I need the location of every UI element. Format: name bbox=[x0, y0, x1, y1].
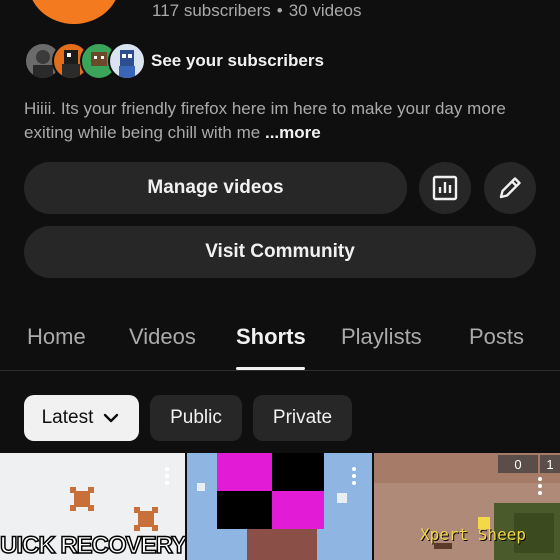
bar-chart-icon bbox=[432, 175, 458, 201]
hud-count-2: 1 bbox=[546, 456, 554, 472]
subscriber-count: 117 subscribers bbox=[152, 1, 271, 20]
manage-videos-button[interactable]: Manage videos bbox=[24, 162, 407, 214]
short-caption: Xpert Sheep bbox=[420, 525, 526, 544]
more-options-icon[interactable] bbox=[165, 467, 169, 488]
tab-home[interactable]: Home bbox=[27, 324, 86, 350]
channel-avatar[interactable] bbox=[28, 0, 120, 24]
more-options-icon[interactable] bbox=[538, 477, 542, 498]
visit-community-button[interactable]: Visit Community bbox=[24, 226, 536, 278]
hud-counter: 0 bbox=[498, 455, 538, 473]
more-options-icon[interactable] bbox=[352, 467, 356, 488]
analytics-button[interactable] bbox=[419, 162, 471, 214]
tab-shorts[interactable]: Shorts bbox=[236, 324, 306, 350]
subscriber-avatar bbox=[108, 42, 146, 80]
video-count: 30 videos bbox=[288, 1, 362, 20]
more-link[interactable]: ...more bbox=[265, 123, 321, 142]
stats-separator: • bbox=[276, 1, 283, 20]
thumbnail-image bbox=[187, 453, 372, 560]
short-thumbnail[interactable]: 0 1 Xpert Sheep bbox=[374, 453, 560, 560]
tab-videos[interactable]: Videos bbox=[129, 324, 196, 350]
channel-stats: 117 subscribers • 30 videos bbox=[152, 1, 361, 21]
tab-posts[interactable]: Posts bbox=[469, 324, 524, 350]
channel-description[interactable]: Hiiii. Its your friendly firefox here im… bbox=[24, 97, 534, 145]
short-thumbnail[interactable]: UICK RECOVERY bbox=[0, 453, 185, 560]
short-caption: UICK RECOVERY bbox=[0, 531, 185, 560]
filter-private-label: Private bbox=[272, 407, 333, 428]
hud-count-1: 0 bbox=[514, 456, 522, 472]
filter-public-chip[interactable]: Public bbox=[150, 395, 242, 441]
filter-latest-label: Latest bbox=[41, 407, 94, 428]
see-subscribers-link[interactable]: See your subscribers bbox=[151, 51, 324, 71]
visit-community-label: Visit Community bbox=[205, 241, 355, 262]
short-thumbnail[interactable] bbox=[187, 453, 372, 560]
filter-private-chip[interactable]: Private bbox=[253, 395, 352, 441]
tab-playlists[interactable]: Playlists bbox=[341, 324, 422, 350]
hud-counter: 1 bbox=[540, 455, 560, 473]
chevron-down-icon bbox=[104, 413, 119, 423]
manage-videos-label: Manage videos bbox=[147, 177, 284, 198]
subscriber-avatars[interactable] bbox=[24, 42, 146, 80]
edit-channel-button[interactable] bbox=[484, 162, 536, 214]
channel-tabs: Home Videos Shorts Playlists Posts bbox=[0, 318, 560, 371]
active-tab-indicator bbox=[236, 367, 305, 370]
filter-latest-chip[interactable]: Latest bbox=[24, 395, 139, 441]
pencil-icon bbox=[499, 177, 521, 199]
filter-public-label: Public bbox=[170, 407, 222, 428]
